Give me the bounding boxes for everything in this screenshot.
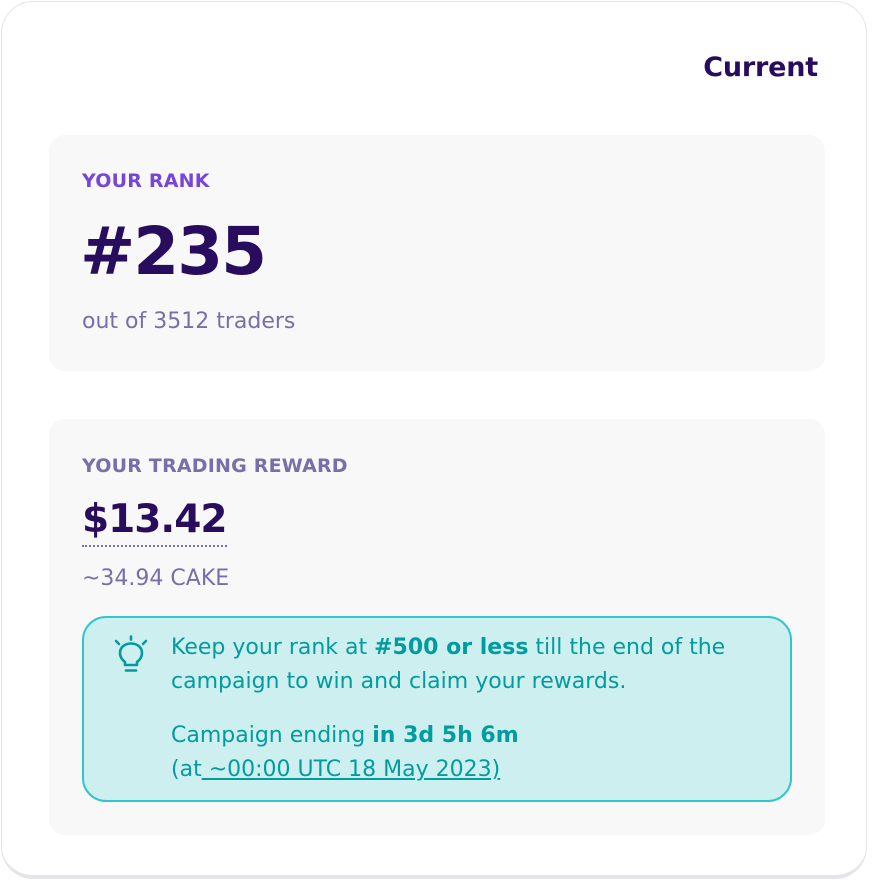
rank-panel: YOUR RANK #235 out of 3512 traders xyxy=(49,135,825,371)
rank-requirement-text: Keep your rank at #500 or less till the … xyxy=(171,631,771,699)
campaign-countdown: in 3d 5h 6m xyxy=(372,723,519,748)
rank-total-traders: out of 3512 traders xyxy=(82,309,296,334)
campaign-info-box: Keep your rank at #500 or less till the … xyxy=(82,616,792,802)
lightbulb-icon xyxy=(114,635,148,672)
campaign-ending-prefix: Campaign ending xyxy=(171,723,373,748)
reward-cake-value: ~34.94 CAKE xyxy=(82,566,230,591)
rank-requirement-prefix: Keep your rank at xyxy=(171,635,375,660)
reward-usd-value[interactable]: $13.42 xyxy=(82,497,227,547)
trading-reward-card: Current YOUR RANK #235 out of 3512 trade… xyxy=(1,1,867,879)
reward-label: YOUR TRADING REWARD xyxy=(82,455,348,477)
card-title: Current xyxy=(703,52,818,83)
campaign-ending-text: Campaign ending in 3d 5h 6m (at ~00:00 U… xyxy=(171,719,771,787)
campaign-end-date-prefix: (at xyxy=(171,757,202,782)
rank-label: YOUR RANK xyxy=(82,170,210,192)
rank-value: #235 xyxy=(80,213,267,290)
campaign-info-text: Keep your rank at #500 or less till the … xyxy=(171,631,771,787)
rank-requirement-threshold: #500 or less xyxy=(374,635,529,660)
campaign-end-date[interactable]: ~00:00 UTC 18 May 2023) xyxy=(202,757,500,782)
reward-panel: YOUR TRADING REWARD $13.42 ~34.94 CAKE K… xyxy=(49,419,825,835)
